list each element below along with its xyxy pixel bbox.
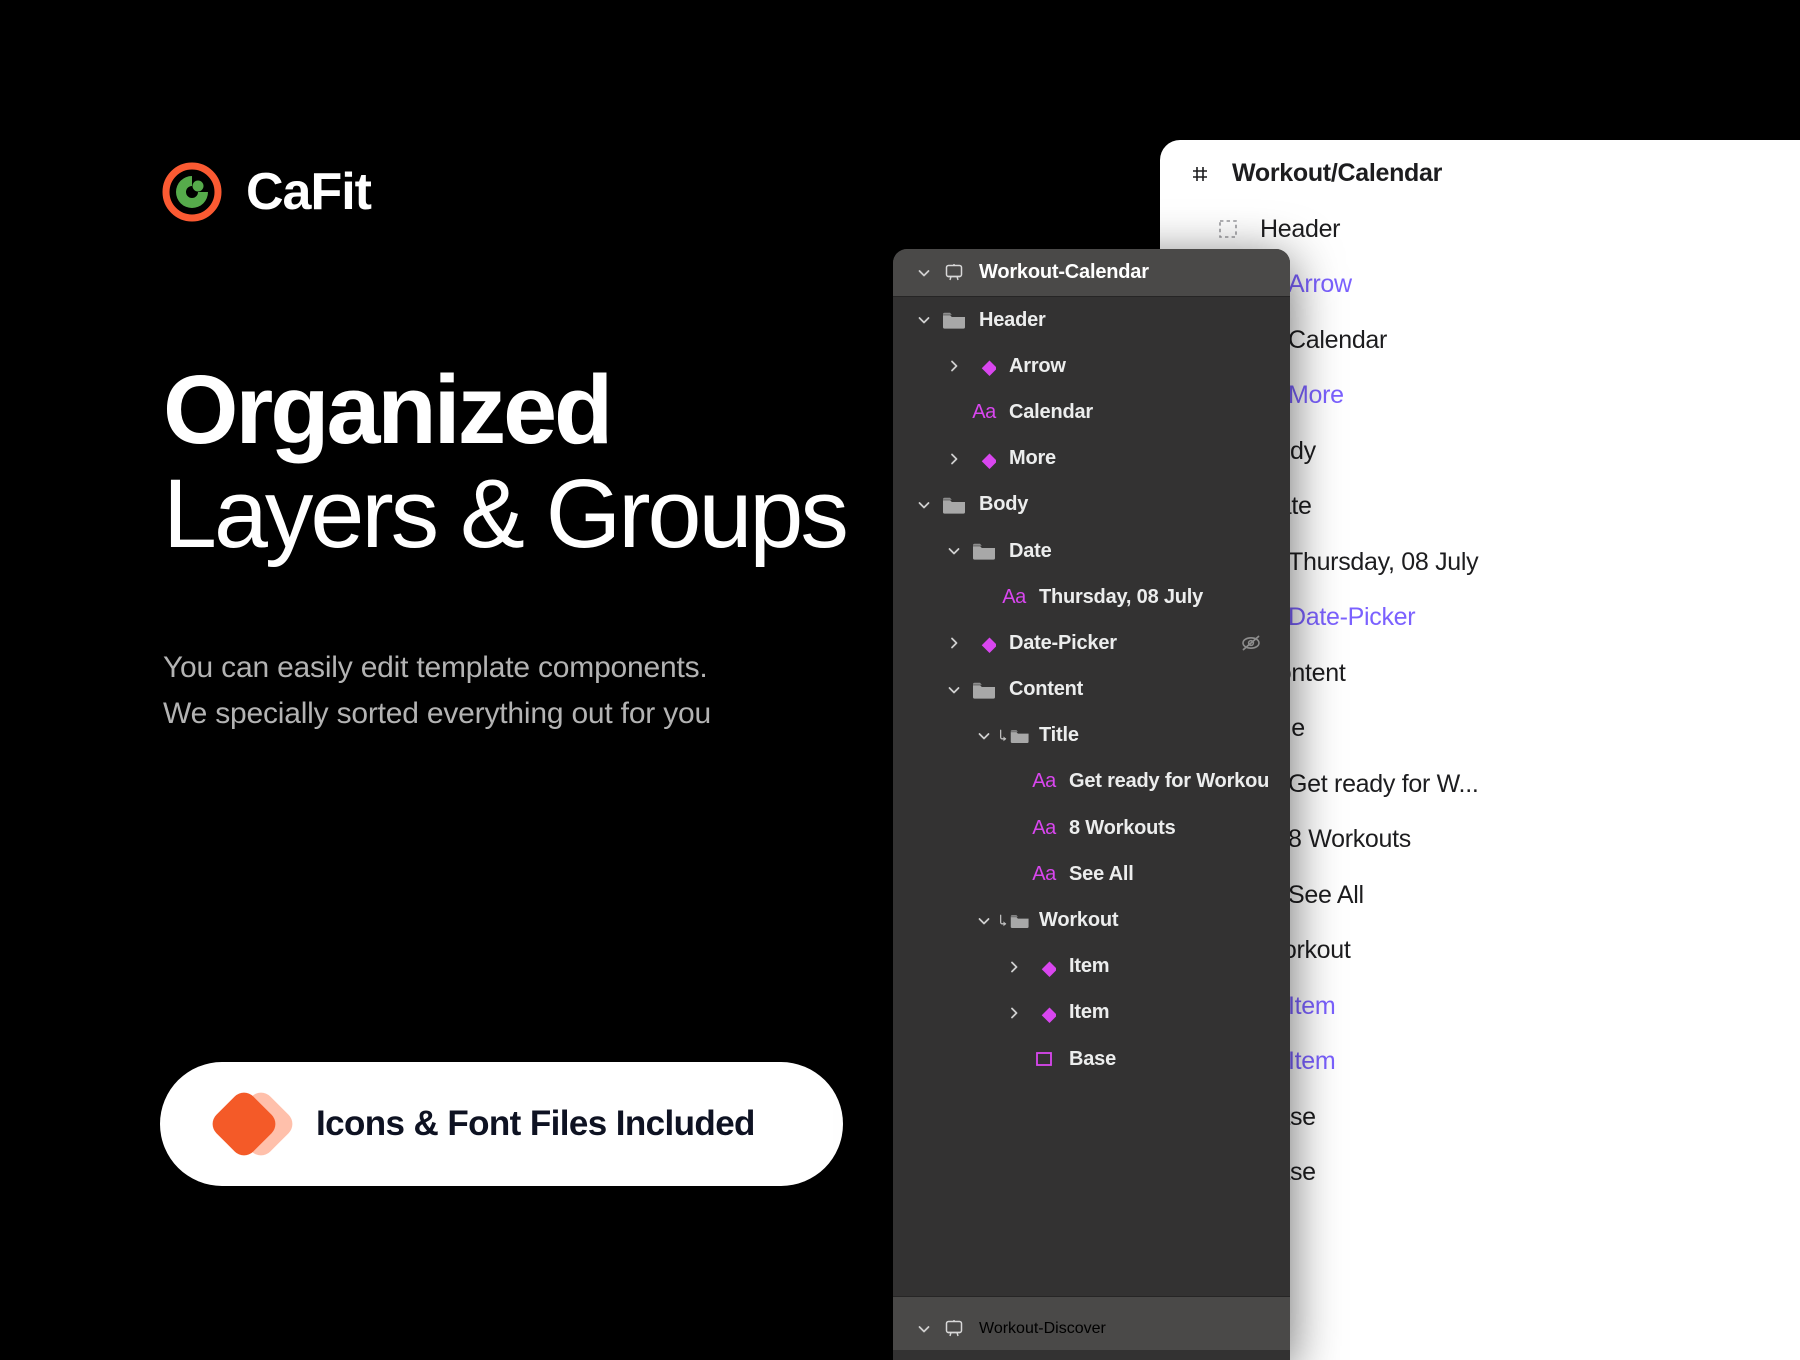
- dark-panel-header[interactable]: Workout-Calendar: [893, 249, 1290, 297]
- layer-row-label: More: [1009, 447, 1056, 470]
- layer-row[interactable]: Base: [893, 1036, 1290, 1082]
- overlapping-diamonds-icon: [207, 1087, 298, 1161]
- badge-label: Icons & Font Files Included: [316, 1104, 755, 1143]
- layer-row-label: Item: [1288, 991, 1336, 1020]
- component-diamond-icon: [967, 354, 1001, 378]
- brand-name: CaFit: [246, 163, 372, 221]
- layer-row-label: See All: [1069, 862, 1134, 885]
- frame-icon: [937, 263, 971, 283]
- text-aa-icon: Aa: [1002, 585, 1026, 608]
- layer-row-label: Date-Picker: [1009, 631, 1117, 654]
- component-diamond-icon: [1027, 955, 1061, 979]
- brand-lockup: CaFit: [160, 160, 372, 224]
- folder-autolayout-icon: [997, 910, 1031, 932]
- layer-row-label: 8 Workouts: [1069, 816, 1176, 839]
- layer-row-label: Calendar: [1009, 400, 1093, 423]
- layer-row-label: Title: [1039, 724, 1079, 747]
- layer-row-label: Arrow: [1288, 270, 1352, 299]
- layer-row-label: Header: [1260, 214, 1341, 243]
- layer-row[interactable]: Aa Get ready for Workou: [893, 759, 1290, 805]
- chevron-down-icon[interactable]: [941, 543, 967, 559]
- panel-bottom-strip: [893, 1350, 1290, 1360]
- dark-panel-footer-row[interactable]: Workout-Discover: [893, 1296, 1290, 1360]
- chevron-right-icon[interactable]: [941, 635, 967, 651]
- chevron-right-icon[interactable]: [1001, 1005, 1027, 1021]
- chevron-down-icon[interactable]: [911, 265, 937, 281]
- icons-fonts-included-badge[interactable]: Icons & Font Files Included: [160, 1062, 843, 1186]
- layer-row-label: Header: [979, 308, 1046, 331]
- layer-row[interactable]: Aa 8 Workouts: [893, 805, 1290, 851]
- grid-hash-icon: [1182, 162, 1218, 186]
- dark-panel-title: Workout-Calendar: [979, 261, 1149, 283]
- folder-icon: [967, 540, 1001, 562]
- layer-row-label: Get ready for W...: [1288, 769, 1479, 798]
- layer-row-label: Date-Picker: [1288, 603, 1416, 632]
- layer-row-label: Item: [1288, 1047, 1336, 1076]
- text-aa-icon: Aa: [1032, 770, 1056, 793]
- chevron-down-icon[interactable]: [911, 312, 937, 328]
- layer-row[interactable]: Item: [893, 990, 1290, 1036]
- folder-autolayout-icon: [997, 725, 1031, 747]
- layer-row-label: Item: [1069, 1001, 1110, 1024]
- layer-row-label: Date: [1009, 539, 1052, 562]
- text-aa-icon: Aa: [972, 400, 996, 423]
- layer-row[interactable]: Body: [893, 482, 1290, 528]
- layer-row-label: Thursday, 08 July: [1039, 585, 1204, 608]
- layer-row-label: Workout: [1039, 909, 1119, 932]
- layer-row[interactable]: Workout/Calendar: [1160, 146, 1800, 202]
- chevron-down-icon[interactable]: [941, 682, 967, 698]
- layer-row-label: See All: [1288, 880, 1364, 909]
- layer-row-label: Arrow: [1009, 354, 1066, 377]
- layer-row[interactable]: Aa Calendar: [893, 389, 1290, 435]
- layer-row[interactable]: Aa Thursday, 08 July: [893, 574, 1290, 620]
- layer-row-label: Get ready for Workou: [1069, 770, 1270, 793]
- chevron-right-icon[interactable]: [1001, 959, 1027, 975]
- chevron-down-icon[interactable]: [911, 1321, 937, 1337]
- frame-icon: [937, 1319, 971, 1339]
- layer-row[interactable]: Date-Picker: [893, 620, 1290, 666]
- component-diamond-icon: [967, 631, 1001, 655]
- layer-row[interactable]: Content: [893, 667, 1290, 713]
- dark-layers-panel[interactable]: Workout-Calendar Header Arrow Aa Calendar Mo…: [893, 249, 1290, 1360]
- layer-row-label: Base: [1069, 1047, 1117, 1070]
- layer-row[interactable]: Aa See All: [893, 851, 1290, 897]
- component-diamond-icon: [1027, 1001, 1061, 1025]
- text-aa-icon: Aa: [1032, 816, 1056, 839]
- chevron-right-icon[interactable]: [941, 358, 967, 374]
- rectangle-icon: [1027, 1047, 1061, 1071]
- layer-row-label: Workout/Calendar: [1232, 159, 1443, 188]
- layer-row[interactable]: Arrow: [893, 343, 1290, 389]
- chevron-down-icon[interactable]: [971, 728, 997, 744]
- component-diamond-icon: [967, 447, 1001, 471]
- layer-row-label: More: [1288, 381, 1344, 410]
- layer-row[interactable]: Workout: [893, 897, 1290, 943]
- layer-row[interactable]: More: [893, 436, 1290, 482]
- layer-row-label: Calendar: [1288, 325, 1388, 354]
- layer-row-label: 8 Workouts: [1288, 825, 1411, 854]
- layer-row[interactable]: Title: [893, 713, 1290, 759]
- text-aa-icon: Aa: [1032, 862, 1056, 885]
- cafit-target-logo-icon: [160, 160, 224, 224]
- folder-icon: [967, 679, 1001, 701]
- layer-row[interactable]: Item: [893, 944, 1290, 990]
- layer-row[interactable]: Date: [893, 528, 1290, 574]
- frame-dashed-icon: [1210, 218, 1246, 240]
- folder-icon: [937, 494, 971, 516]
- chevron-down-icon[interactable]: [911, 497, 937, 513]
- dark-panel-footer-title: Workout-Discover: [979, 1319, 1106, 1337]
- layer-row-label: Item: [1069, 955, 1110, 978]
- eye-off-icon[interactable]: [1238, 632, 1264, 654]
- layer-row-label: Thursday, 08 July: [1288, 547, 1479, 576]
- dark-layer-list[interactable]: Header Arrow Aa Calendar More Body Date Aa Thurs…: [893, 297, 1290, 1082]
- chevron-down-icon[interactable]: [971, 913, 997, 929]
- chevron-right-icon[interactable]: [941, 451, 967, 467]
- layer-row-label: Content: [1009, 678, 1084, 701]
- poster-canvas: CaFit Organized Layers & Groups You can …: [0, 0, 1800, 1360]
- layer-row[interactable]: Header: [893, 297, 1290, 343]
- folder-icon: [937, 309, 971, 331]
- layer-row-label: Body: [979, 493, 1029, 516]
